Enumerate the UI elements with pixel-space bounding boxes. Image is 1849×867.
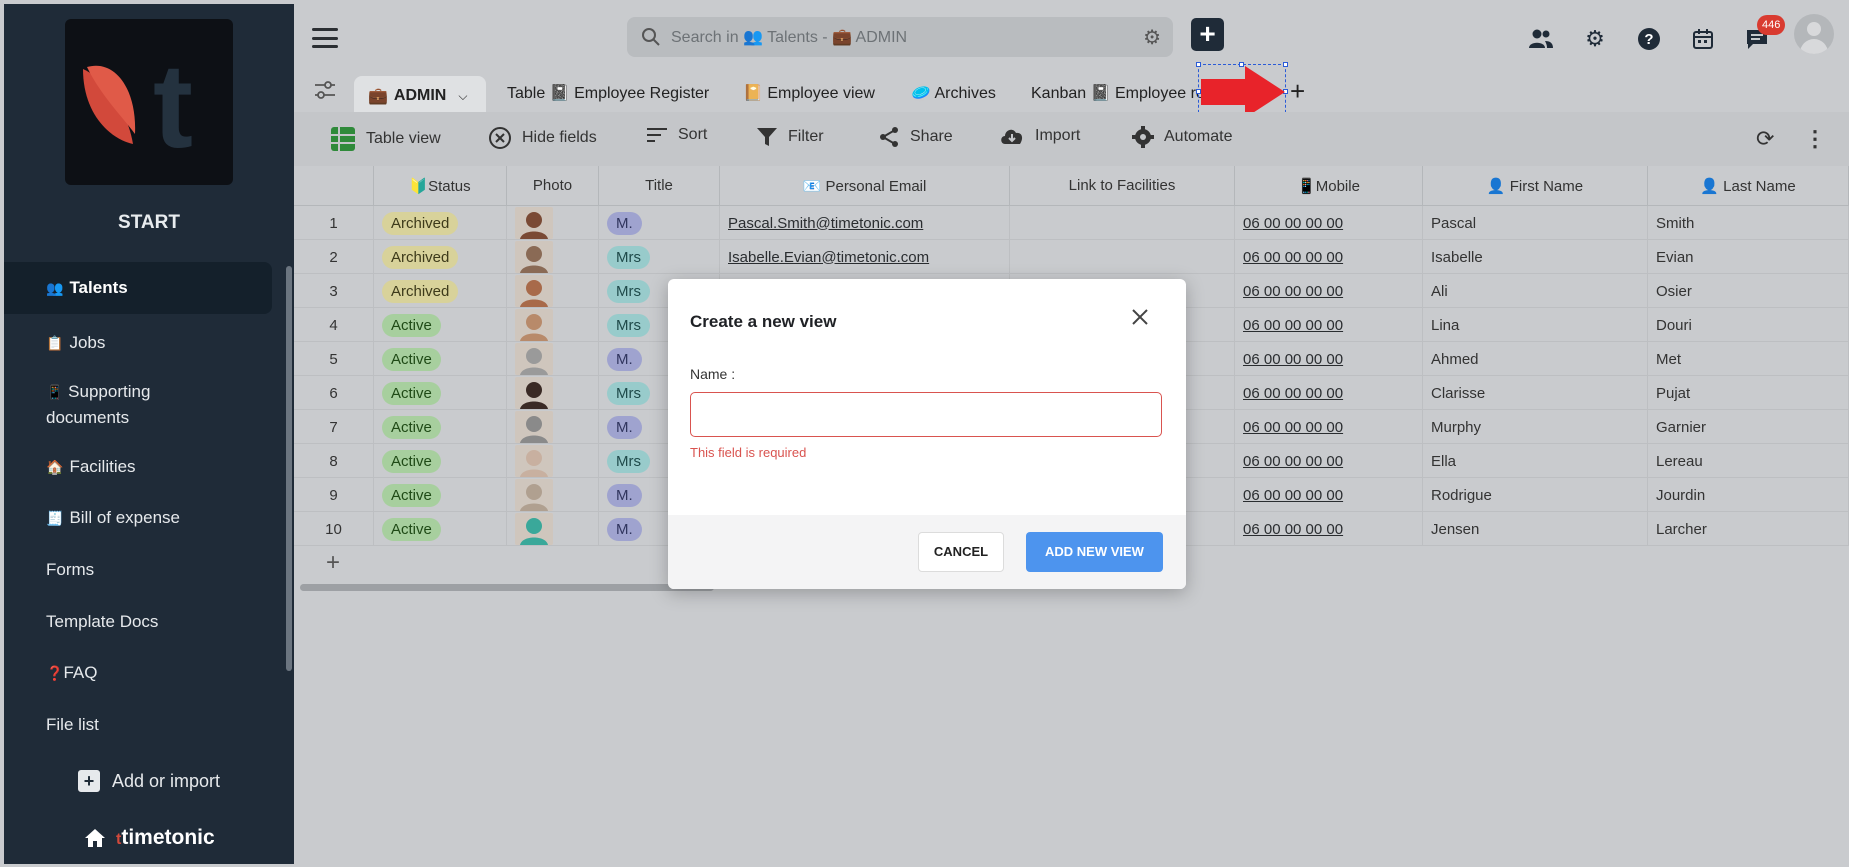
create-view-dialog: Create a new view Name : This field is r… <box>668 279 1186 589</box>
dialog-footer: CANCEL ADD NEW VIEW <box>668 515 1186 589</box>
add-new-view-button[interactable]: ADD NEW VIEW <box>1026 532 1163 572</box>
view-name-input[interactable] <box>690 392 1162 437</box>
required-error-message: This field is required <box>690 445 807 460</box>
dialog-title: Create a new view <box>690 312 837 331</box>
close-icon[interactable] <box>1130 305 1150 331</box>
name-field-label: Name : <box>690 366 736 382</box>
cancel-button[interactable]: CANCEL <box>918 532 1004 572</box>
